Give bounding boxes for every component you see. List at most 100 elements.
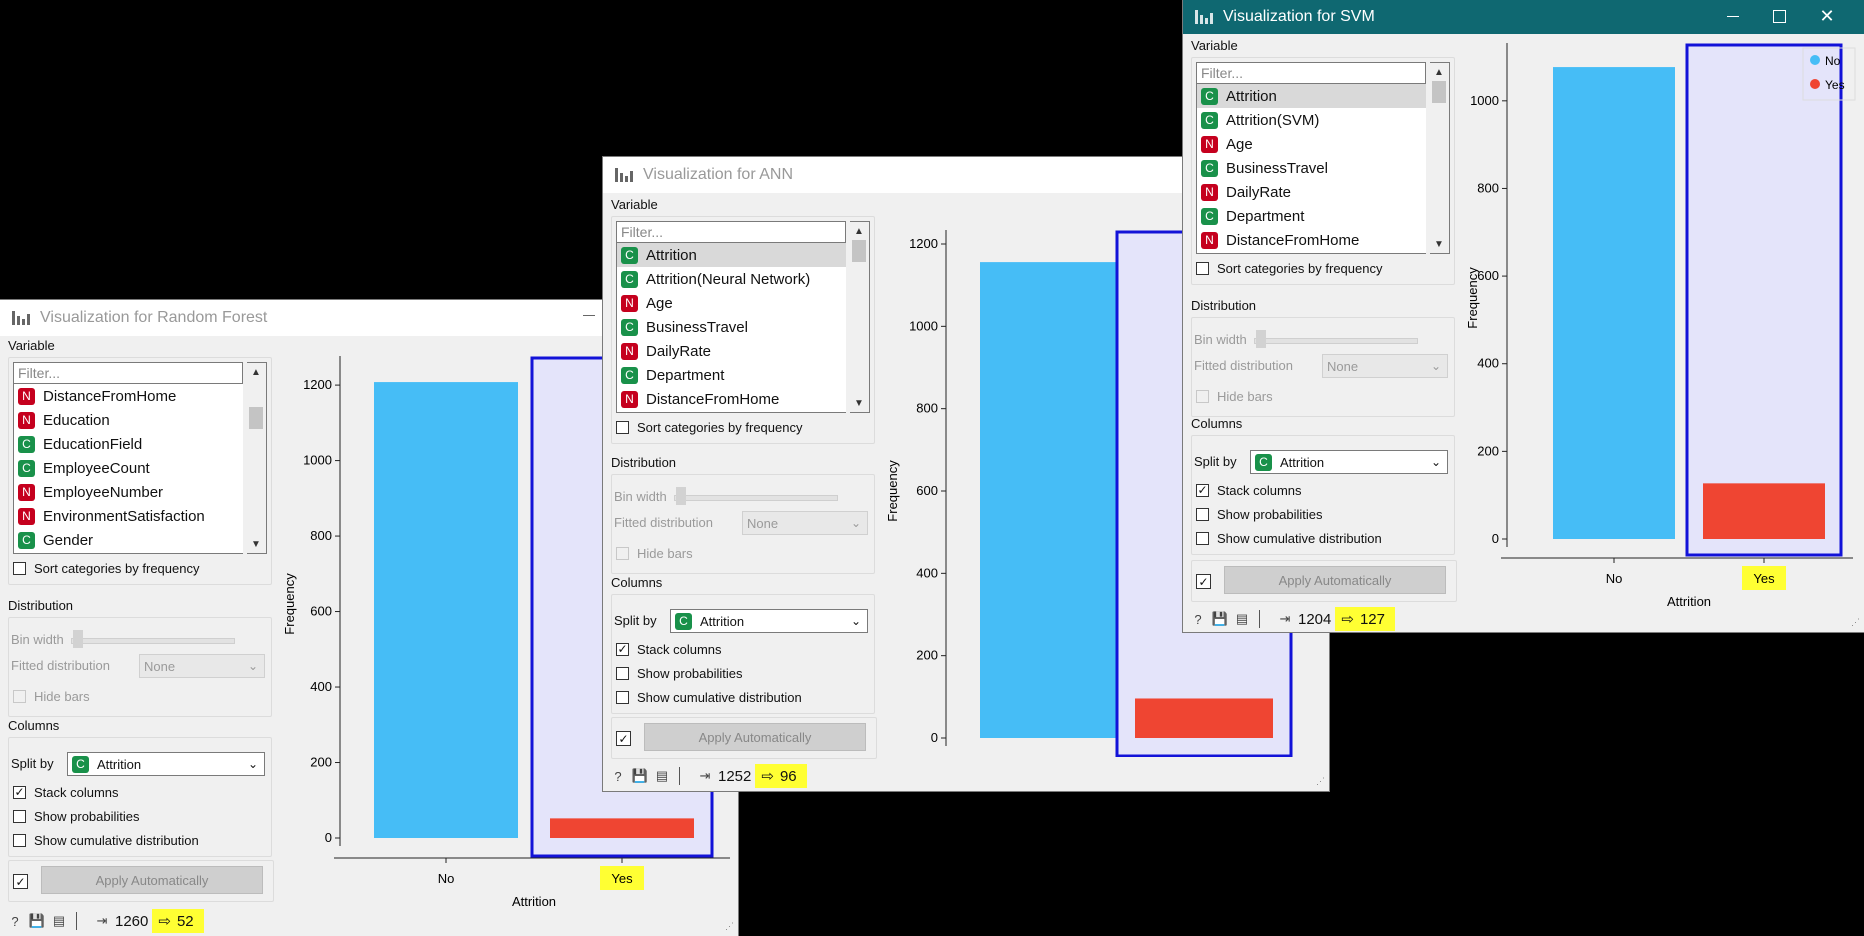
- variable-list[interactable]: C Attrition C Attrition(SVM) N Age C BusinessTr…: [1196, 84, 1426, 254]
- resize-grip-icon[interactable]: ⋰: [725, 921, 734, 932]
- stack-columns-checkbox[interactable]: ✓ Stack columns: [13, 780, 119, 804]
- auto-apply-checkbox[interactable]: ✓: [616, 731, 631, 746]
- bar-yes[interactable]: [550, 818, 694, 838]
- list-item[interactable]: N EnvironmentSatisfaction: [14, 504, 243, 528]
- list-item[interactable]: C EducationField: [14, 432, 243, 456]
- help-icon[interactable]: ?: [8, 914, 22, 929]
- sort-by-frequency-checkbox[interactable]: Sort categories by frequency: [616, 415, 802, 439]
- filter-input[interactable]: Filter...: [1196, 62, 1426, 84]
- x-tick-label: Yes: [1753, 571, 1775, 586]
- apply-button[interactable]: Apply Automatically: [1224, 566, 1446, 594]
- check-icon: ✓: [13, 785, 26, 799]
- split-by-select[interactable]: C Attrition ⌄: [670, 609, 868, 633]
- list-item[interactable]: C BusinessTravel: [617, 315, 846, 339]
- list-scrollbar[interactable]: ▲ ▼: [1430, 62, 1450, 254]
- report-icon[interactable]: ▤: [655, 768, 669, 783]
- bar-yes[interactable]: [1135, 698, 1273, 738]
- apply-button[interactable]: Apply Automatically: [644, 723, 866, 751]
- list-item[interactable]: C Attrition: [1197, 84, 1426, 108]
- split-by-select[interactable]: C Attrition ⌄: [1250, 450, 1448, 474]
- show-cumulative-checkbox[interactable]: Show cumulative distribution: [1196, 526, 1382, 550]
- close-icon[interactable]: ✕: [1804, 0, 1850, 32]
- list-item[interactable]: N DistanceFromHome: [617, 387, 846, 411]
- save-icon[interactable]: 💾: [29, 913, 45, 928]
- sort-by-frequency-checkbox[interactable]: Sort categories by frequency: [13, 556, 199, 580]
- filter-input[interactable]: Filter...: [13, 362, 243, 384]
- svm-titlebar[interactable]: Visualization for SVM ✕: [1183, 0, 1864, 34]
- list-item[interactable]: N DailyRate: [1197, 180, 1426, 204]
- hide-bars-checkbox[interactable]: Hide bars: [1196, 384, 1273, 408]
- help-icon[interactable]: ?: [1191, 612, 1205, 627]
- fitted-distribution-select[interactable]: None ⌄: [742, 511, 868, 535]
- scroll-up-icon[interactable]: ▲: [1430, 63, 1448, 81]
- list-scrollbar[interactable]: ▲ ▼: [850, 221, 870, 413]
- bin-width-slider-handle[interactable]: [73, 630, 83, 648]
- list-item[interactable]: N DailyRate: [617, 339, 846, 363]
- window-title: Visualization for ANN: [643, 166, 793, 183]
- list-item[interactable]: N Age: [1197, 132, 1426, 156]
- bin-width-slider-handle[interactable]: [1256, 330, 1266, 348]
- scroll-thumb[interactable]: [852, 240, 866, 262]
- report-icon[interactable]: ▤: [52, 913, 66, 928]
- show-probabilities-checkbox[interactable]: Show probabilities: [13, 804, 140, 828]
- bar-no[interactable]: [1553, 67, 1675, 539]
- minimize-icon[interactable]: [1710, 0, 1756, 32]
- list-item[interactable]: N Education: [14, 408, 243, 432]
- bin-width-slider[interactable]: [71, 638, 235, 644]
- list-item[interactable]: C Gender: [14, 528, 243, 552]
- svm-chart[interactable]: Frequency02004006008001000No YesAttrition…: [1463, 38, 1859, 608]
- hide-bars-checkbox[interactable]: Hide bars: [13, 684, 90, 708]
- fitted-distribution-select[interactable]: None ⌄: [139, 654, 265, 678]
- fitted-distribution-select[interactable]: None ⌄: [1322, 354, 1448, 378]
- list-item[interactable]: C Department: [617, 363, 846, 387]
- variable-list[interactable]: C Attrition C Attrition(Neural Network) N Age…: [616, 243, 846, 413]
- bar-yes[interactable]: [1703, 483, 1825, 539]
- list-item[interactable]: C EmployeeCount: [14, 456, 243, 480]
- bin-width-slider-handle[interactable]: [676, 487, 686, 505]
- bin-width-slider[interactable]: [674, 495, 838, 501]
- scroll-up-icon[interactable]: ▲: [247, 363, 265, 381]
- scroll-thumb[interactable]: [249, 407, 263, 429]
- bar-no[interactable]: [980, 262, 1118, 738]
- auto-apply-checkbox[interactable]: ✓: [1196, 574, 1211, 589]
- list-item[interactable]: C Attrition(SVM): [1197, 108, 1426, 132]
- auto-apply-checkbox[interactable]: ✓: [13, 874, 28, 889]
- scroll-down-icon[interactable]: ▼: [247, 535, 265, 553]
- save-icon[interactable]: 💾: [632, 768, 648, 783]
- save-icon[interactable]: 💾: [1212, 611, 1228, 626]
- list-scrollbar[interactable]: ▲ ▼: [247, 362, 267, 554]
- scroll-down-icon[interactable]: ▼: [850, 394, 868, 412]
- resize-grip-icon[interactable]: ⋰: [1851, 617, 1860, 628]
- bar-no[interactable]: [374, 382, 518, 838]
- scroll-thumb[interactable]: [1432, 81, 1446, 103]
- scroll-down-icon[interactable]: ▼: [1430, 235, 1448, 253]
- list-item[interactable]: N Age: [617, 291, 846, 315]
- show-cumulative-checkbox[interactable]: Show cumulative distribution: [13, 828, 199, 852]
- resize-grip-icon[interactable]: ⋰: [1316, 776, 1325, 787]
- show-cumulative-checkbox[interactable]: Show cumulative distribution: [616, 685, 802, 709]
- scroll-up-icon[interactable]: ▲: [850, 222, 868, 240]
- show-probabilities-checkbox[interactable]: Show probabilities: [616, 661, 743, 685]
- selection-box[interactable]: [1685, 43, 1843, 557]
- apply-button[interactable]: Apply Automatically: [41, 866, 263, 894]
- sort-by-frequency-checkbox[interactable]: Sort categories by frequency: [1196, 256, 1382, 280]
- stack-columns-checkbox[interactable]: ✓ Stack columns: [616, 637, 722, 661]
- stack-columns-checkbox[interactable]: ✓ Stack columns: [1196, 478, 1302, 502]
- report-icon[interactable]: ▤: [1235, 611, 1249, 626]
- help-icon[interactable]: ?: [611, 769, 625, 784]
- list-item[interactable]: N DistanceFromHome: [1197, 228, 1426, 252]
- list-item[interactable]: N EmployeeNumber: [14, 480, 243, 504]
- split-by-select[interactable]: C Attrition ⌄: [67, 752, 265, 776]
- filter-input[interactable]: Filter...: [616, 221, 846, 243]
- maximize-icon[interactable]: [1756, 0, 1802, 32]
- show-probabilities-checkbox[interactable]: Show probabilities: [1196, 502, 1323, 526]
- bin-width-slider[interactable]: [1254, 338, 1418, 344]
- variable-list[interactable]: N DistanceFromHome N Education C EducationFie…: [13, 384, 243, 554]
- list-item[interactable]: C Attrition: [617, 243, 846, 267]
- list-item[interactable]: C Attrition(Neural Network): [617, 267, 846, 291]
- list-item[interactable]: C Department: [1197, 204, 1426, 228]
- hide-bars-checkbox[interactable]: Hide bars: [616, 541, 693, 565]
- list-item[interactable]: N DistanceFromHome: [14, 384, 243, 408]
- minimize-icon[interactable]: [583, 315, 595, 316]
- list-item[interactable]: C BusinessTravel: [1197, 156, 1426, 180]
